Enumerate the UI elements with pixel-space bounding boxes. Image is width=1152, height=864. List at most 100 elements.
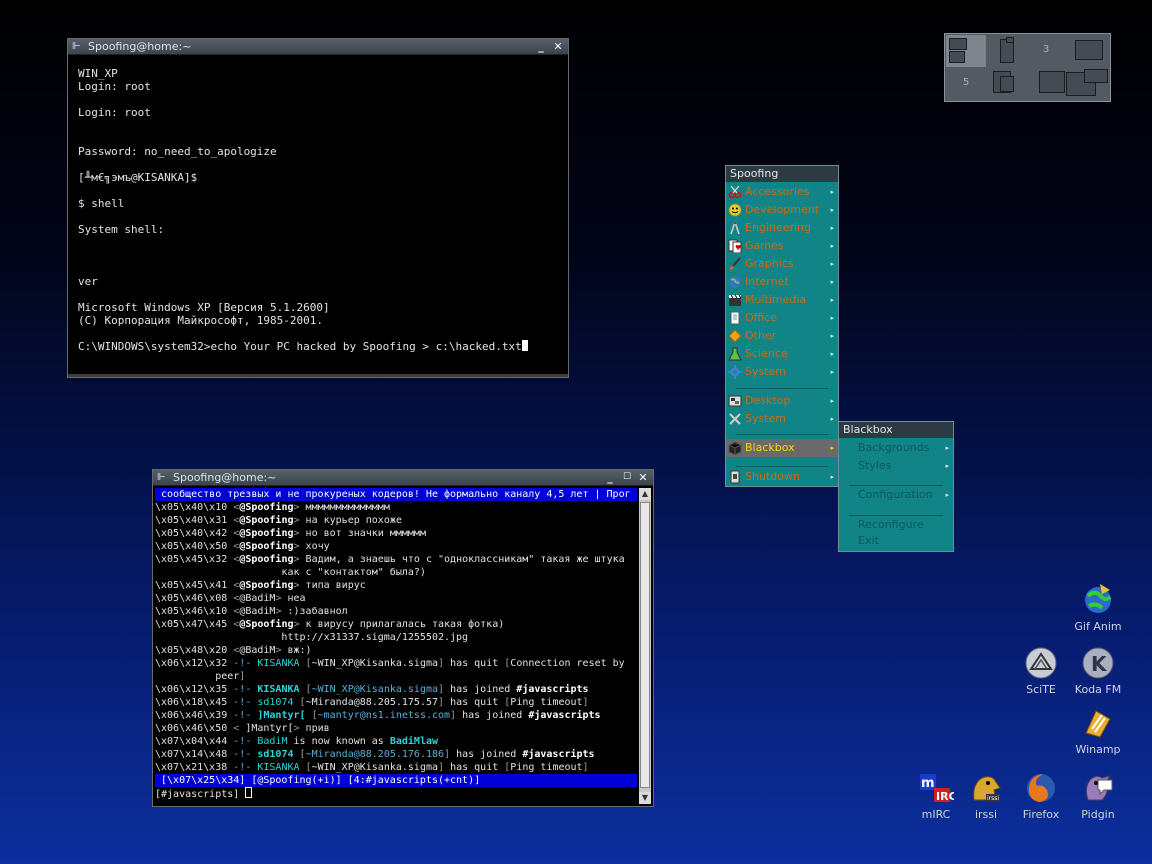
menu-item-games[interactable]: ♥ Games ▸ [726, 237, 838, 255]
pager-desktop-4[interactable] [1066, 35, 1106, 67]
message-segment: \x05\x47\x45 [155, 619, 234, 630]
submenu-item-styles[interactable]: Styles ▸ [839, 457, 953, 475]
submenu-item-configuration[interactable]: Configuration ▸ [839, 486, 953, 504]
message-segment: \x05\x48\x20 [155, 645, 234, 656]
irc-titlebar[interactable]: ⊩ Spoofing@home:~ _ ☐ ✕ [153, 470, 653, 486]
menu-item-other[interactable]: Other ▸ [726, 327, 838, 345]
input-prompt: [#javascripts] [155, 789, 246, 800]
root-menu[interactable]: Spoofing Accessories ▸ Development ▸ Enginee… [725, 165, 839, 487]
scroll-up-icon[interactable]: ▲ [639, 488, 651, 500]
terminal-line: WIN_XP [78, 67, 118, 80]
message-segment: KISANKA [257, 762, 306, 773]
minimize-icon[interactable]: _ [534, 39, 548, 54]
desktop-shortcut-irssi[interactable]: irssi irssi [956, 770, 1016, 821]
terminal-line: (C) Корпорация Майкрософт, 1985-2001. [78, 314, 324, 327]
svg-text:K: K [1091, 652, 1108, 676]
menu-item-internet[interactable]: Internet ▸ [726, 273, 838, 291]
message-segment: -!- [233, 697, 258, 708]
text-cursor [521, 340, 528, 351]
close-icon[interactable]: ✕ [551, 39, 565, 54]
menu-item-engineering[interactable]: Engineering ▸ [726, 219, 838, 237]
menu-item-development[interactable]: Development ▸ [726, 201, 838, 219]
maximize-icon[interactable]: ☐ [620, 470, 634, 485]
input-line[interactable]: [#javascripts] [155, 787, 637, 800]
submenu-arrow-icon: ▸ [830, 188, 834, 196]
message-segment: ] [239, 671, 246, 682]
message-segment: @Spoofing [239, 554, 294, 565]
window-menu-icon[interactable]: ⊩ [72, 39, 81, 54]
terminal-line: Password: no_need_to_apologize [78, 145, 277, 158]
submenu-item-exit[interactable]: Exit [839, 532, 953, 547]
window-bottom-grip[interactable] [68, 374, 568, 377]
workspace-pager[interactable]: 3 5 [944, 33, 1111, 102]
science-icon [728, 347, 742, 361]
submenu-arrow-icon: ▸ [830, 397, 834, 405]
menu-item-shutdown[interactable]: Shutdown ▸ [726, 468, 838, 486]
desktop-shortcut-pidgin[interactable]: Pidgin [1068, 770, 1128, 821]
message-segment: BadiM [257, 736, 288, 747]
message-segment: has joined [450, 749, 523, 760]
compass-icon [728, 221, 742, 235]
menu-item-multimedia[interactable]: Multimedia ▸ [726, 291, 838, 309]
minimize-icon[interactable]: _ [603, 470, 617, 485]
close-icon[interactable]: ✕ [636, 470, 650, 485]
message-segment: has quit [444, 697, 505, 708]
pager-desktop-1[interactable] [946, 35, 986, 67]
pager-desktop-7[interactable] [1026, 68, 1066, 100]
terminal-output[interactable]: WIN_XP Login: root Login: root Password: no… [68, 55, 568, 353]
scroll-thumb[interactable] [640, 502, 650, 788]
desktop-shortcut-winamp[interactable]: Winamp [1068, 705, 1128, 756]
message-segment: на курьер похоже [299, 515, 402, 526]
message-segment: вж:) [281, 645, 312, 656]
irc-buffer[interactable]: сообщество трезвых и не прокуреных кодер… [155, 488, 637, 804]
message-segment: sd1074 [257, 749, 300, 760]
message-segment: \x06\x46\x39 [155, 710, 234, 721]
irc-message: \x06\x46\x39 -!- ]Mantyr[ [~mantyr@ns1.i… [155, 709, 637, 722]
scroll-down-icon[interactable]: ▼ [639, 792, 651, 804]
message-segment: \x05\x40\x50 [155, 541, 234, 552]
irc-scrollbar[interactable]: ▲ ▼ [639, 488, 651, 804]
message-segment: \x05\x45\x41 [155, 580, 234, 591]
submenu-arrow-icon: ▸ [945, 462, 949, 470]
message-segment: sd1074 [257, 697, 300, 708]
submenu-title: Blackbox [839, 422, 953, 438]
pager-desktop-8[interactable] [1066, 68, 1108, 100]
menu-item-label: Office [745, 311, 778, 324]
pager-desktop-3[interactable]: 3 [1026, 35, 1066, 67]
submenu-item-backgrounds[interactable]: Backgrounds ▸ [839, 439, 953, 457]
desktop-shortcut-koda-fm[interactable]: K Koda FM [1068, 645, 1128, 696]
window-menu-icon[interactable]: ⊩ [157, 470, 166, 485]
menu-item-blackbox[interactable]: Blackbox ▸ [726, 439, 838, 457]
channel-topic: сообщество трезвых и не прокуреных кодер… [155, 488, 637, 501]
menu-item-graphics[interactable]: Graphics ▸ [726, 255, 838, 273]
terminal-window[interactable]: ⊩ Spoofing@home:~ _ ✕ WIN_XP Login: root L… [67, 38, 569, 378]
menu-item-office[interactable]: Office ▸ [726, 309, 838, 327]
menu-item-accessories[interactable]: Accessories ▸ [726, 183, 838, 201]
menu-item-science[interactable]: Science ▸ [726, 345, 838, 363]
pager-desktop-6[interactable] [986, 68, 1026, 100]
message-segment: has joined [456, 710, 529, 721]
desktop-shortcut-scite[interactable]: SciTE [1011, 645, 1071, 696]
menu-item-system[interactable]: System ▸ [726, 410, 838, 428]
menu-item-desktop[interactable]: Desktop ▸ [726, 392, 838, 410]
gear-icon [728, 365, 742, 379]
terminal-titlebar[interactable]: ⊩ Spoofing@home:~ _ ✕ [68, 39, 568, 55]
tools-icon [728, 412, 742, 426]
desktop-shortcut-label: Winamp [1075, 743, 1121, 756]
root-menu-title: Spoofing [726, 166, 838, 182]
pager-desktop-5[interactable]: 5 [946, 68, 986, 100]
shutdown-icon [728, 470, 742, 484]
message-segment: \x07\x04\x44 [155, 736, 234, 747]
blackbox-submenu[interactable]: Blackbox Backgrounds ▸ Styles ▸ Configuratio… [838, 421, 954, 552]
menu-item-system[interactable]: System ▸ [726, 363, 838, 381]
pager-desktop-2[interactable] [986, 35, 1026, 67]
submenu-arrow-icon: ▸ [945, 491, 949, 499]
irc-window[interactable]: ⊩ Spoofing@home:~ _ ☐ ✕ сообщество трезв… [152, 469, 654, 807]
desktop-shortcut-gif-anim[interactable]: Gif Anim [1068, 582, 1128, 633]
menu-item-label: Development [745, 203, 820, 216]
menu-item-label: Engineering [745, 221, 811, 234]
desktop-shortcut-firefox[interactable]: Firefox [1011, 770, 1071, 821]
